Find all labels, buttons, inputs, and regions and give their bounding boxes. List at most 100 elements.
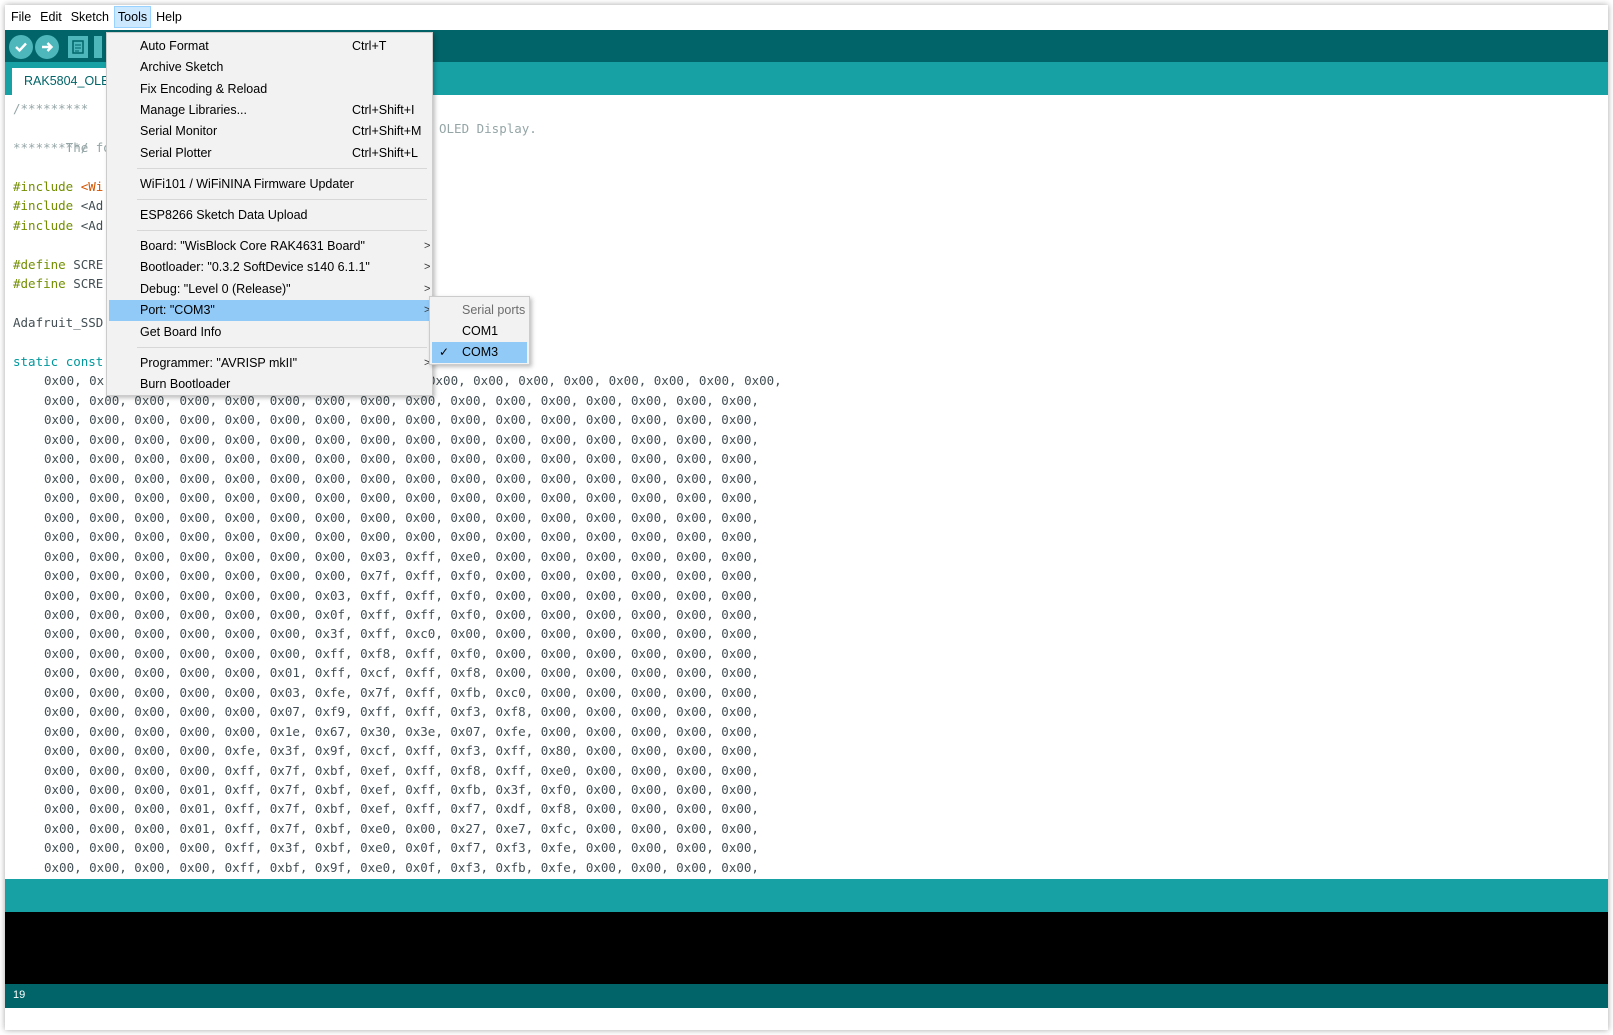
menu-item-fix-encoding[interactable]: Fix Encoding & Reload: [109, 79, 430, 100]
code-line: *********/: [13, 140, 89, 155]
menu-item-get-board-info[interactable]: Get Board Info: [109, 322, 430, 343]
new-sketch-button[interactable]: [68, 36, 88, 58]
menu-item-bootloader[interactable]: Bootloader: "0.3.2 SoftDevice s140 6.1.1…: [109, 257, 430, 278]
menu-item-serial-plotter[interactable]: Serial Plotter Ctrl+Shift+L: [109, 143, 430, 164]
code-line: 0x00, 0x00, 0x00, 0x00, 0x00, 0x00, 0x00…: [44, 451, 759, 467]
code-line-fragment: 0x00, 0x00, 0x00, 0x00, 0x00, 0x00, 0x00…: [428, 373, 782, 388]
code-line: 0x00, 0x00, 0x00, 0x00, 0xff, 0xbf, 0x9f…: [44, 859, 759, 875]
menu-item-label: Programmer: "AVRISP mkII": [140, 356, 298, 370]
preprocessor-keyword: #define: [13, 257, 66, 272]
code-line: 0x00, 0x00, 0x00, 0x00, 0x00, 0x00, 0xff…: [44, 645, 759, 661]
open-button[interactable]: [94, 36, 102, 58]
menu-item-label: Serial Monitor: [140, 124, 218, 138]
menu-separator: [137, 199, 427, 200]
verify-button[interactable]: [9, 35, 33, 59]
menu-tools[interactable]: Tools: [113, 6, 152, 28]
menu-item-label: Get Board Info: [140, 325, 222, 339]
code-line: 0x00, 0x00, 0x00, 0x00, 0x00, 0x00, 0x03…: [44, 587, 759, 603]
chevron-right-icon: >: [424, 240, 431, 252]
menu-item-board[interactable]: Board: "WisBlock Core RAK4631 Board" >: [109, 236, 430, 257]
status-bar: [5, 879, 1608, 912]
upload-button[interactable]: [35, 35, 59, 59]
menu-item-shortcut: Ctrl+T: [352, 39, 387, 53]
menu-file[interactable]: File: [7, 6, 35, 28]
menu-item-label: WiFi101 / WiFiNINA Firmware Updater: [140, 177, 354, 191]
menu-item-label: Archive Sketch: [140, 60, 224, 74]
code-line: 0x00, 0x00, 0x00, 0x00, 0x00, 0x00, 0x0f…: [44, 606, 759, 622]
menu-item-label: Manage Libraries...: [140, 103, 248, 117]
include-path: <Wi: [80, 179, 104, 194]
upload-icon: [42, 42, 54, 52]
menu-item-label: Bootloader: "0.3.2 SoftDevice s140 6.1.1…: [140, 260, 370, 274]
code-line: 0x00, 0x00, 0x00, 0x00, 0x00, 0x03, 0xfe…: [44, 684, 759, 700]
code-line: #include <Ad: [13, 216, 103, 235]
menu-item-serial-monitor[interactable]: Serial Monitor Ctrl+Shift+M: [109, 121, 430, 142]
port-label: COM3: [462, 345, 499, 359]
code-line: 0x00, 0x00, 0x00, 0x00, 0xff, 0x3f, 0xbf…: [44, 840, 759, 856]
menu-item-label: Auto Format: [140, 39, 209, 53]
port-submenu: Serial ports COM1 ✓ COM3: [429, 296, 530, 365]
menu-item-label: Fix Encoding & Reload: [140, 82, 268, 96]
menu-edit[interactable]: Edit: [36, 6, 66, 28]
checkmark-icon: ✓: [439, 345, 450, 359]
menu-separator: [137, 347, 427, 348]
code-line: 0x00, 0x00, 0x00, 0x00, 0x00, 0x00, 0x00…: [44, 529, 759, 545]
menu-help[interactable]: Help: [152, 6, 186, 28]
line-number: 19: [13, 989, 26, 1001]
footer-bar: 19: [5, 984, 1608, 1008]
menu-item-auto-format[interactable]: Auto Format Ctrl+T: [109, 36, 430, 57]
menu-sketch[interactable]: Sketch: [67, 6, 113, 28]
const-keyword: const: [65, 354, 104, 369]
code-line: /*********: [13, 101, 89, 116]
code-line: 0x00, 0x00, 0x00, 0x00, 0x00, 0x01, 0xff…: [44, 665, 759, 681]
tab-sketch[interactable]: RAK5804_OLED: [12, 68, 108, 95]
menu-item-shortcut: Ctrl+Shift+L: [352, 146, 419, 160]
menu-item-shortcut: Ctrl+Shift+I: [352, 103, 415, 117]
define-name: SCRE: [73, 276, 104, 291]
menu-item-manage-libraries[interactable]: Manage Libraries... Ctrl+Shift+I: [109, 100, 430, 121]
code-line-fragment: OLED Display.: [439, 121, 537, 136]
code-line: 0x00, 0x00, 0x00, 0x01, 0xff, 0x7f, 0xbf…: [44, 801, 759, 817]
code-line: 0x00, 0x00, 0x00, 0x00, 0xff, 0x7f, 0xbf…: [44, 762, 759, 778]
menu-item-label: Serial Plotter: [140, 146, 212, 160]
code-line: 0x00, 0x00, 0x00, 0x01, 0xff, 0x7f, 0xbf…: [44, 820, 759, 836]
port-option-com1[interactable]: COM1: [432, 321, 527, 342]
code-line: 0x00, 0x00, 0x00, 0x00, 0x00, 0x00, 0x00…: [44, 431, 759, 447]
port-option-com3[interactable]: ✓ COM3: [432, 342, 527, 363]
console-output: [5, 912, 1608, 984]
menu-item-esp8266-upload[interactable]: ESP8266 Sketch Data Upload: [109, 205, 430, 226]
preprocessor-keyword: #include: [13, 218, 74, 233]
code-line: #define SCRE: [13, 255, 103, 274]
verify-icon: [15, 42, 27, 53]
menu-item-archive-sketch[interactable]: Archive Sketch: [109, 57, 430, 78]
code-line: #include <Ad: [13, 196, 103, 215]
chevron-right-icon: >: [424, 261, 431, 273]
preprocessor-keyword: #include: [13, 179, 74, 194]
define-name: SCRE: [73, 257, 104, 272]
menu-item-programmer[interactable]: Programmer: "AVRISP mkII" >: [109, 353, 430, 374]
code-line: 0x00, 0x00, 0x00, 0x00, 0x00, 0x00, 0x00…: [44, 509, 759, 525]
menu-item-label: Burn Bootloader: [140, 377, 231, 391]
tools-dropdown: Auto Format Ctrl+T Archive Sketch Fix En…: [106, 32, 433, 396]
code-line: 0x00, 0x00, 0x00, 0x00, 0x00, 0x00, 0x00…: [44, 470, 759, 486]
menu-item-label: Board: "WisBlock Core RAK4631 Board": [140, 239, 365, 253]
code-line: 0x00, 0x00, 0x00, 0x00, 0x00, 0x07, 0xf9…: [44, 704, 759, 720]
menu-item-burn-bootloader[interactable]: Burn Bootloader: [109, 374, 430, 395]
code-line: 0x00, 0x00, 0x00, 0x00, 0x00, 0x00, 0x00…: [44, 490, 759, 506]
submenu-header: Serial ports: [462, 303, 526, 317]
menu-item-firmware-updater[interactable]: WiFi101 / WiFiNINA Firmware Updater: [109, 174, 430, 195]
code-line: 0x00, 0x00, 0x00, 0x00, 0x00, 0x00, 0x00…: [44, 548, 759, 564]
code-line: 0x00, 0x00, 0x00, 0x01, 0xff, 0x7f, 0xbf…: [44, 782, 759, 797]
menu-separator: [137, 168, 427, 169]
menu-item-label: Debug: "Level 0 (Release)": [140, 282, 291, 296]
code-line: 0x00, 0x00, 0x00, 0x00, 0x00, 0x00, 0x00…: [44, 412, 759, 428]
menu-separator: [137, 230, 427, 231]
menu-item-debug[interactable]: Debug: "Level 0 (Release)" >: [109, 279, 430, 300]
code-line: 0x00, 0x: [44, 373, 105, 388]
menu-item-label: Port: "COM3": [140, 303, 215, 317]
code-line: 0x00, 0x00, 0x00, 0x00, 0x00, 0x00, 0x3f…: [44, 626, 759, 642]
menu-item-label: ESP8266 Sketch Data Upload: [140, 208, 308, 222]
code-line: 0x00, 0x00, 0x00, 0x00, 0xfe, 0x3f, 0x9f…: [44, 743, 759, 759]
menu-item-port[interactable]: Port: "COM3" >: [109, 300, 430, 321]
menu-bar: File Edit Sketch Tools Help: [5, 5, 1608, 29]
